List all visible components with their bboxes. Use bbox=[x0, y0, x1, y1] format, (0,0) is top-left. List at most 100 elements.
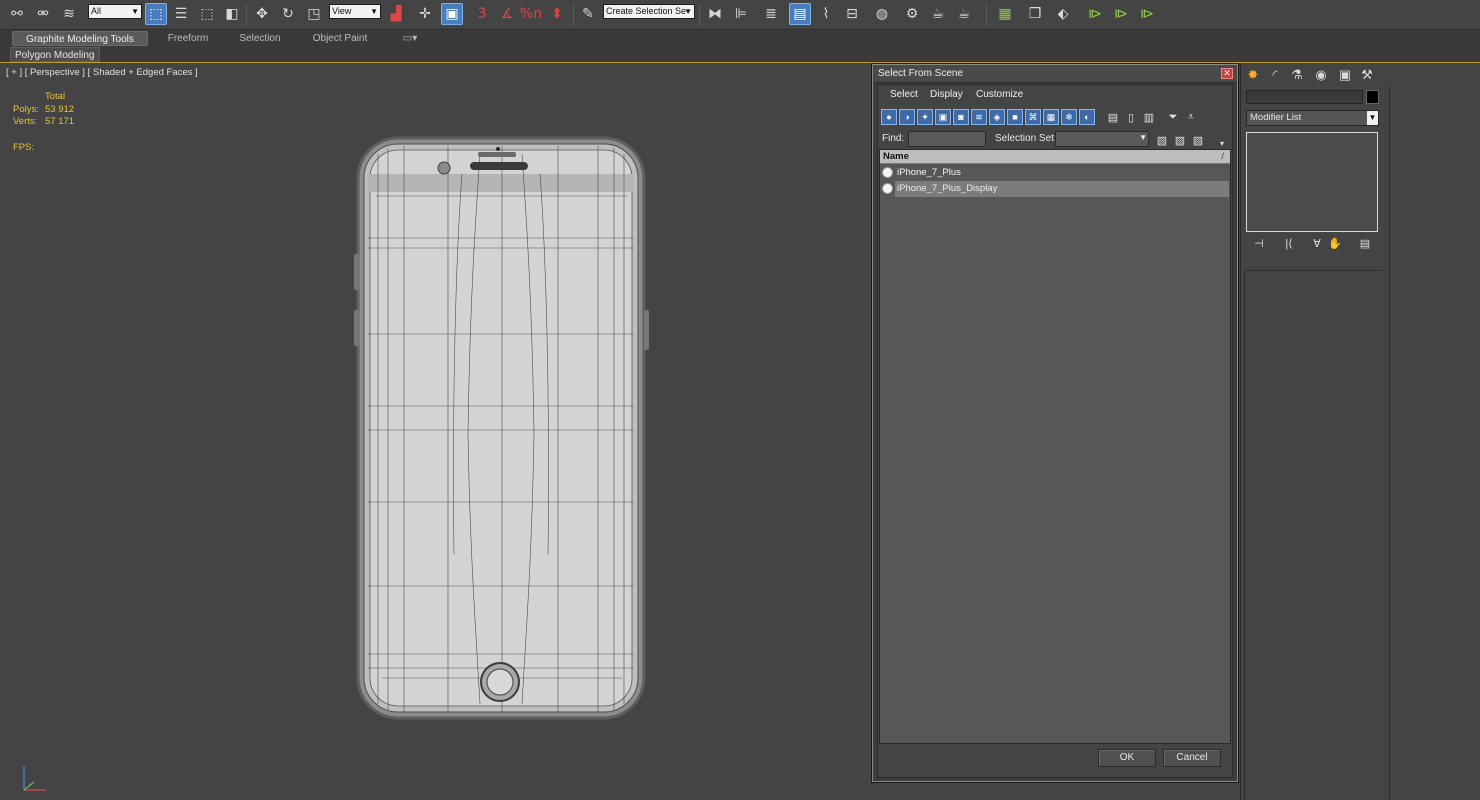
play-icon[interactable]: ⧐ bbox=[1084, 3, 1106, 25]
dialog-title-bar[interactable]: Select From Scene ✕ bbox=[873, 65, 1237, 83]
layer-manager-icon[interactable]: ≣ bbox=[760, 3, 782, 25]
chevron-down-icon: ▼ bbox=[684, 7, 692, 16]
material-editor-icon[interactable]: ◍ bbox=[871, 3, 893, 25]
remove-from-selection-set-icon[interactable]: ▧ bbox=[1190, 132, 1206, 148]
rotate-icon[interactable]: ↻ bbox=[277, 3, 299, 25]
scene-object-list[interactable]: Name / iPhone_7_Plus iPhone_7_Plus_Displ… bbox=[879, 149, 1231, 744]
spinner-snap-icon[interactable]: ⬍ bbox=[546, 3, 568, 25]
schematic-view-icon[interactable]: ⊟ bbox=[841, 3, 863, 25]
display-shapes-icon[interactable]: ◑ bbox=[899, 109, 915, 125]
render-icon[interactable]: ☕ bbox=[953, 3, 975, 25]
ribbon-options-icon[interactable]: ▭▾ bbox=[398, 31, 422, 46]
select-by-name-icon[interactable]: ☰ bbox=[170, 3, 192, 25]
display-hidden-icon[interactable]: ◐ bbox=[1079, 109, 1095, 125]
motion-icon[interactable]: ◉ bbox=[1311, 66, 1331, 84]
named-selection-dropdown[interactable]: Create Selection Se ▼ bbox=[603, 4, 695, 19]
bind-spacewarp-icon[interactable]: ≋ bbox=[58, 3, 80, 25]
object-color-swatch[interactable] bbox=[1366, 90, 1379, 104]
mirror-icon[interactable]: ⧓ bbox=[704, 3, 726, 25]
command-panel-tabs: ✸ ◜ ⚗ ◉ ▣ ⚒ bbox=[1241, 64, 1391, 86]
reference-coordinate-value: View bbox=[332, 6, 352, 16]
make-unique-icon[interactable]: ∀ bbox=[1308, 236, 1326, 252]
command-panel-rollout bbox=[1244, 270, 1382, 800]
display-none-icon[interactable]: ▯ bbox=[1123, 109, 1139, 125]
reference-coordinate-dropdown[interactable]: View ▼ bbox=[329, 4, 381, 19]
angle-snap-icon[interactable]: ∡ bbox=[496, 3, 518, 25]
display-invert-icon[interactable]: ▥ bbox=[1141, 109, 1157, 125]
snap-toggle-icon[interactable]: 3 bbox=[471, 3, 493, 25]
configure-modifier-sets-icon[interactable]: ▤ bbox=[1356, 236, 1374, 252]
menu-customize[interactable]: Customize bbox=[976, 89, 1023, 100]
cancel-button[interactable]: Cancel bbox=[1163, 749, 1221, 767]
list-header-name[interactable]: Name / bbox=[880, 150, 1230, 164]
modifier-list-dropdown[interactable]: Modifier List ▼ bbox=[1246, 110, 1379, 126]
selection-filter-value: All bbox=[91, 6, 102, 16]
unlink-icon[interactable]: ⚮ bbox=[32, 3, 54, 25]
find-input[interactable] bbox=[908, 131, 986, 147]
display-spacewarps-icon[interactable]: ≋ bbox=[971, 109, 987, 125]
display-geometry-icon[interactable]: ● bbox=[881, 109, 897, 125]
add-to-selection-set-icon[interactable]: ▧ bbox=[1172, 132, 1188, 148]
move-icon[interactable]: ✥ bbox=[251, 3, 273, 25]
filter-options-icon[interactable]: ⩡ bbox=[1183, 109, 1199, 125]
tab-object-paint[interactable]: Object Paint bbox=[306, 31, 374, 46]
tab-graphite-modeling-tools[interactable]: Graphite Modeling Tools bbox=[12, 31, 148, 46]
window-crossing-icon[interactable]: ◧ bbox=[221, 3, 243, 25]
command-panel: ✸ ◜ ⚗ ◉ ▣ ⚒ Modifier List ▼ ⊣ |⟨ ∀ ✋ ▤ bbox=[1240, 64, 1390, 800]
iphone-wireframe-model[interactable] bbox=[352, 134, 652, 724]
align-icon[interactable]: ⊫ bbox=[730, 3, 752, 25]
tab-freeform[interactable]: Freeform bbox=[160, 31, 216, 46]
display-xrefs-icon[interactable]: ■ bbox=[1007, 109, 1023, 125]
key-mode-icon[interactable]: ⧐ bbox=[1110, 3, 1132, 25]
utilities-icon[interactable]: ⚒ bbox=[1357, 66, 1377, 84]
filter-icon[interactable]: ⏷ bbox=[1165, 109, 1181, 125]
object-name-input[interactable] bbox=[1246, 90, 1363, 104]
ok-button[interactable]: OK bbox=[1098, 749, 1156, 767]
select-manipulate-icon[interactable]: ✛ bbox=[414, 3, 436, 25]
modifier-stack[interactable] bbox=[1246, 132, 1378, 232]
viewport-label[interactable]: [ + ] [ Perspective ] [ Shaded + Edged F… bbox=[6, 67, 198, 78]
percent-snap-icon[interactable]: %n bbox=[520, 3, 542, 25]
show-end-result-icon[interactable]: |⟨ bbox=[1280, 236, 1298, 252]
display-helpers-icon[interactable]: ◙ bbox=[953, 109, 969, 125]
render-to-texture-icon[interactable]: ⬖ bbox=[1052, 3, 1074, 25]
display-frozen-icon[interactable]: ❄ bbox=[1061, 109, 1077, 125]
tab-selection[interactable]: Selection bbox=[232, 31, 288, 46]
display-containers-icon[interactable]: ▦ bbox=[1043, 109, 1059, 125]
display-cameras-icon[interactable]: ▣ bbox=[935, 109, 951, 125]
keyboard-shortcut-icon[interactable]: ▣ bbox=[441, 3, 463, 25]
bake-icon[interactable]: ❒ bbox=[1024, 3, 1046, 25]
edit-named-selection-icon[interactable]: ✎ bbox=[577, 3, 599, 25]
scale-icon[interactable]: ◳ bbox=[303, 3, 325, 25]
list-item[interactable]: iPhone_7_Plus_Display bbox=[880, 181, 1230, 197]
scene-explorer-icon[interactable]: ▤ bbox=[789, 3, 811, 25]
close-icon[interactable]: ✕ bbox=[1221, 68, 1233, 79]
hierarchy-icon[interactable]: ⚗ bbox=[1287, 66, 1307, 84]
modify-icon[interactable]: ◜ bbox=[1265, 66, 1285, 84]
list-item[interactable]: iPhone_7_Plus bbox=[880, 165, 1230, 181]
select-object-icon[interactable]: ⬚ bbox=[145, 3, 167, 25]
menu-display[interactable]: Display bbox=[930, 89, 963, 100]
display-bones-icon[interactable]: ⌘ bbox=[1025, 109, 1041, 125]
rectangular-region-icon[interactable]: ⬚ bbox=[196, 3, 218, 25]
selection-set-dropdown[interactable]: ▼ bbox=[1055, 131, 1149, 147]
display-icon[interactable]: ▣ bbox=[1335, 66, 1355, 84]
pivot-center-icon[interactable]: ▟ bbox=[385, 3, 407, 25]
rendered-frame-icon[interactable]: ☕ bbox=[927, 3, 949, 25]
menu-select[interactable]: Select bbox=[890, 89, 918, 100]
render-setup-icon[interactable]: ⚙ bbox=[901, 3, 923, 25]
create-selection-set-icon[interactable]: ▧ bbox=[1154, 132, 1170, 148]
auto-key-icon[interactable]: ⧐ bbox=[1136, 3, 1158, 25]
container-icon[interactable]: ▦ bbox=[994, 3, 1016, 25]
display-all-icon[interactable]: ▤ bbox=[1105, 109, 1121, 125]
selection-filter-dropdown[interactable]: All ▼ bbox=[88, 4, 142, 19]
polygon-modeling-panel[interactable]: Polygon Modeling bbox=[10, 47, 100, 62]
create-icon[interactable]: ✸ bbox=[1243, 66, 1263, 84]
modifier-list-label: Modifier List bbox=[1250, 112, 1302, 123]
remove-modifier-icon[interactable]: ✋ bbox=[1326, 236, 1344, 252]
link-icon[interactable]: ⚯ bbox=[6, 3, 28, 25]
pin-stack-icon[interactable]: ⊣ bbox=[1250, 236, 1268, 252]
display-groups-icon[interactable]: ◈ bbox=[989, 109, 1005, 125]
curve-editor-icon[interactable]: ⌇ bbox=[815, 3, 837, 25]
display-lights-icon[interactable]: ✦ bbox=[917, 109, 933, 125]
